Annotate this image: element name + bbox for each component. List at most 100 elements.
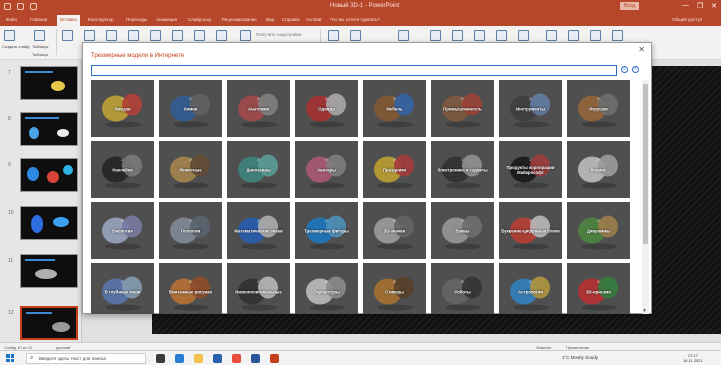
category-tile[interactable]: ⌕ 3D-значки xyxy=(363,202,426,259)
link-icon[interactable] xyxy=(328,30,339,41)
weather-widget[interactable]: 1°C Mostly cloudy xyxy=(562,355,598,360)
tab-view[interactable]: Вид xyxy=(266,17,274,22)
store-icon[interactable] xyxy=(213,354,222,363)
category-tile[interactable]: ⌕ Геология xyxy=(159,202,222,259)
redo-icon[interactable] xyxy=(30,3,37,10)
category-tile[interactable]: ⌕ Низкополигональные xyxy=(227,263,290,314)
windows-start-icon[interactable] xyxy=(6,354,14,362)
tab-file[interactable]: Файл xyxy=(6,17,17,22)
category-tile[interactable]: ⌕ Продукты корпорации Майкрософт xyxy=(499,141,562,198)
video-icon[interactable] xyxy=(590,30,601,41)
category-tile[interactable]: ⌕ Эмодзи xyxy=(91,80,154,137)
category-tile[interactable]: ⌕ 3D-оригами xyxy=(567,263,630,314)
taskbar-search-box[interactable]: ⌕ Введите здесь текст для поиска xyxy=(26,353,146,364)
category-tile[interactable]: ⌕ Буквенно-цифровые блоки xyxy=(499,202,562,259)
category-tile[interactable]: ⌕ Анатомия xyxy=(227,80,290,137)
save-icon[interactable] xyxy=(4,3,11,10)
3d-models-icon[interactable] xyxy=(172,30,183,41)
tab-acrobat[interactable]: Acrobat xyxy=(306,17,322,22)
3d-models-search-input[interactable] xyxy=(91,65,617,76)
task-view-icon[interactable] xyxy=(156,354,165,363)
slide-thumbnail[interactable] xyxy=(20,112,78,146)
category-tile[interactable]: ⌕ Динозавры xyxy=(227,141,290,198)
edge-icon[interactable] xyxy=(175,354,184,363)
tab-animations[interactable]: Анимация xyxy=(156,17,177,22)
slide-thumbnail-selected[interactable] xyxy=(20,306,78,340)
image-icon[interactable] xyxy=(62,30,73,41)
category-tile[interactable]: ⌕ Игрушки xyxy=(567,80,630,137)
screenshot-icon[interactable] xyxy=(84,30,95,41)
maximize-button[interactable]: ❐ xyxy=(697,2,703,10)
undo-icon[interactable] xyxy=(17,3,24,10)
slide-thumbnail[interactable] xyxy=(20,158,78,192)
slide-thumbnail[interactable] xyxy=(20,254,78,288)
tell-me-search[interactable]: Что вы хотите сделать? xyxy=(330,17,380,22)
category-tile[interactable]: ⌕ Промышленность xyxy=(431,80,494,137)
table-icon[interactable] xyxy=(34,30,45,41)
symbol-icon[interactable] xyxy=(568,30,579,41)
tab-home[interactable]: Главная xyxy=(30,17,47,22)
minimize-button[interactable]: — xyxy=(682,2,689,10)
word-icon[interactable] xyxy=(251,354,260,363)
category-tile[interactable]: ⌕ Мебель xyxy=(363,80,426,137)
category-tile[interactable]: ⌕ Инструменты xyxy=(499,80,562,137)
close-window-button[interactable]: ✕ xyxy=(711,2,717,10)
textbox-icon[interactable] xyxy=(430,30,441,41)
category-tile[interactable]: ⌕ Математические знаки xyxy=(227,202,290,259)
category-tile[interactable]: ⌕ В глубинах моря xyxy=(91,263,154,314)
wordart-icon[interactable] xyxy=(474,30,485,41)
new-slide-icon[interactable] xyxy=(4,30,15,41)
search-icon[interactable]: ⌕ xyxy=(621,66,628,73)
scrollbar-thumb[interactable] xyxy=(643,84,648,244)
category-tile[interactable]: ⌕ Аватары xyxy=(295,141,358,198)
category-tile[interactable]: ⌕ Скульптуры xyxy=(295,263,358,314)
shapes-icon[interactable] xyxy=(128,30,139,41)
dialog-close-button[interactable]: ✕ xyxy=(638,45,645,54)
date-icon[interactable] xyxy=(496,30,507,41)
category-tile[interactable]: ⌕ Роботы xyxy=(431,263,494,314)
header-footer-icon[interactable] xyxy=(452,30,463,41)
powerpoint-icon[interactable] xyxy=(270,354,279,363)
category-tile[interactable]: ⌕ Буквы xyxy=(431,202,494,259)
tab-slideshow[interactable]: Слайд-шоу xyxy=(188,17,211,22)
share-button[interactable]: Общий доступ xyxy=(672,17,702,22)
category-tile[interactable]: ⌕ Электроника и гаджеты xyxy=(431,141,494,198)
tab-insert[interactable]: Вставка xyxy=(57,15,80,26)
category-tile[interactable]: ⌕ Диораммы xyxy=(567,202,630,259)
category-tile[interactable]: ⌕ Животные xyxy=(159,141,222,198)
category-tile[interactable]: ⌕ Винтажные рисунки xyxy=(159,263,222,314)
slide-thumbnail[interactable] xyxy=(20,206,78,240)
category-tile[interactable]: ⌕ Астрология xyxy=(499,263,562,314)
system-clock[interactable]: 17:17 16.11.2021 xyxy=(683,353,703,363)
chrome-icon[interactable] xyxy=(232,354,241,363)
category-tile[interactable]: ⌕ Космос xyxy=(567,141,630,198)
icons-icon[interactable] xyxy=(150,30,161,41)
category-tile[interactable]: ⌕ Наклейки xyxy=(91,141,154,198)
audio-icon[interactable] xyxy=(612,30,623,41)
category-tile[interactable]: ⌕ Биология xyxy=(91,202,154,259)
category-tile[interactable]: ⌕ Праздники xyxy=(363,141,426,198)
tab-help[interactable]: Справка xyxy=(282,17,300,22)
tab-review[interactable]: Рецензирование xyxy=(222,17,257,22)
scroll-down-arrow[interactable]: ▼ xyxy=(642,308,647,314)
equation-icon[interactable] xyxy=(546,30,557,41)
signin-button[interactable]: Вход xyxy=(620,2,640,10)
tab-design[interactable]: Конструктор xyxy=(88,17,114,22)
get-addins-link[interactable]: Получить надстройки xyxy=(256,32,301,37)
category-tile[interactable]: ⌕ Стикеры xyxy=(363,263,426,314)
explorer-icon[interactable] xyxy=(194,354,203,363)
chart-icon[interactable] xyxy=(216,30,227,41)
category-tile[interactable]: ⌕ Одежда xyxy=(295,80,358,137)
album-icon[interactable] xyxy=(106,30,117,41)
category-tile[interactable]: ⌕ Химия xyxy=(159,80,222,137)
dialog-scrollbar[interactable]: ▼ xyxy=(642,80,649,314)
comment-icon[interactable] xyxy=(398,30,409,41)
store-icon[interactable] xyxy=(240,30,251,41)
slide-number-icon[interactable] xyxy=(518,30,529,41)
slide-thumbnail[interactable] xyxy=(20,66,78,100)
tab-transitions[interactable]: Переходы xyxy=(126,17,147,22)
clear-icon[interactable]: × xyxy=(632,66,639,73)
smartart-icon[interactable] xyxy=(194,30,205,41)
category-tile[interactable]: ⌕ Трехмерные фигуры xyxy=(295,202,358,259)
action-icon[interactable] xyxy=(350,30,361,41)
